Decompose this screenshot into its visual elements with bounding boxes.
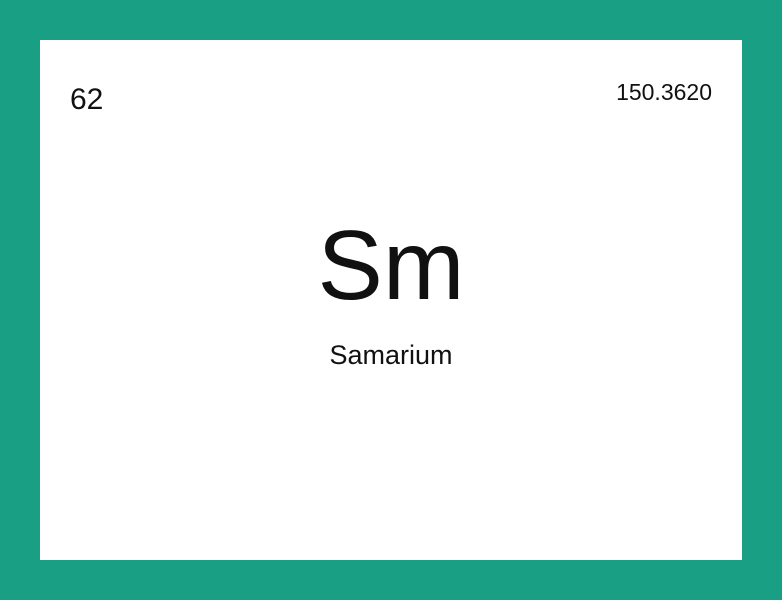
- element-card: 62 150.3620 Sm Samarium: [40, 40, 742, 560]
- element-name: Samarium: [329, 340, 453, 370]
- element-symbol: Sm: [317, 210, 465, 320]
- atomic-number: 62: [70, 83, 104, 116]
- atomic-mass: 150.3620: [616, 79, 712, 105]
